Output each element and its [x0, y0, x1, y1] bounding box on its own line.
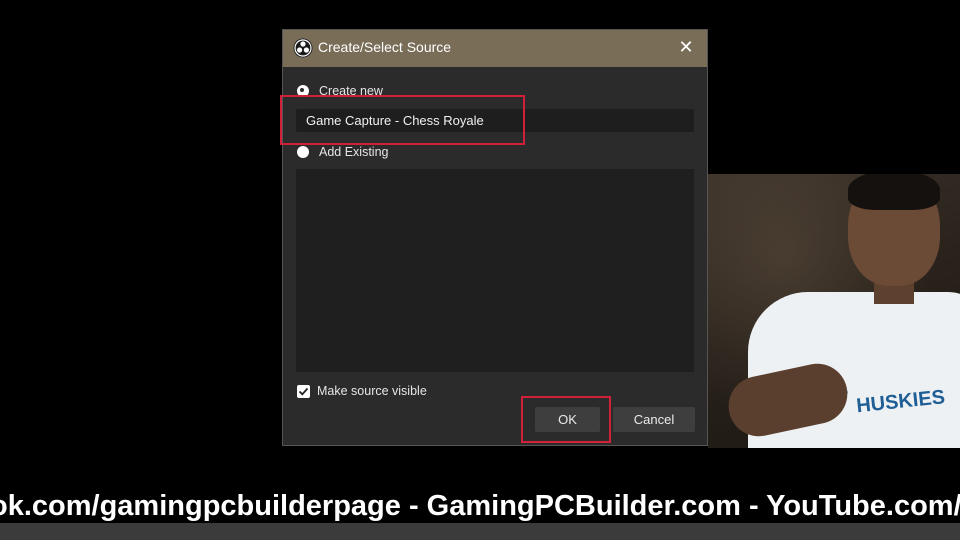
obs-logo-icon [293, 38, 313, 58]
add-existing-radio[interactable] [297, 146, 309, 158]
dialog-titlebar: Create/Select Source ✕ [283, 30, 707, 67]
make-visible-label: Make source visible [317, 384, 427, 398]
cancel-button[interactable]: Cancel [613, 407, 695, 432]
highlight-box-ok-button [521, 396, 611, 443]
webcam-feed: HUSKIES [708, 174, 960, 448]
person-hair [848, 174, 940, 210]
ticker-text: ok.com/gamingpcbuilderpage - GamingPCBui… [0, 490, 960, 522]
ticker-banner: ok.com/gamingpcbuilderpage - GamingPCBui… [0, 487, 960, 525]
add-existing-option[interactable]: Add Existing [297, 142, 388, 162]
checkmark-icon [298, 387, 309, 396]
close-icon[interactable]: ✕ [675, 37, 697, 59]
make-visible-option[interactable]: Make source visible [297, 381, 427, 401]
existing-sources-list[interactable] [296, 169, 694, 372]
make-visible-checkbox[interactable] [297, 384, 310, 398]
highlight-box-name-input [280, 95, 525, 145]
bottom-bar [0, 523, 960, 540]
create-select-source-dialog: Create/Select Source ✕ Create new Add Ex… [282, 29, 708, 446]
add-existing-label: Add Existing [319, 145, 389, 159]
shirt-logo-text: HUSKIES [855, 386, 946, 417]
dialog-title: Create/Select Source [318, 39, 452, 55]
